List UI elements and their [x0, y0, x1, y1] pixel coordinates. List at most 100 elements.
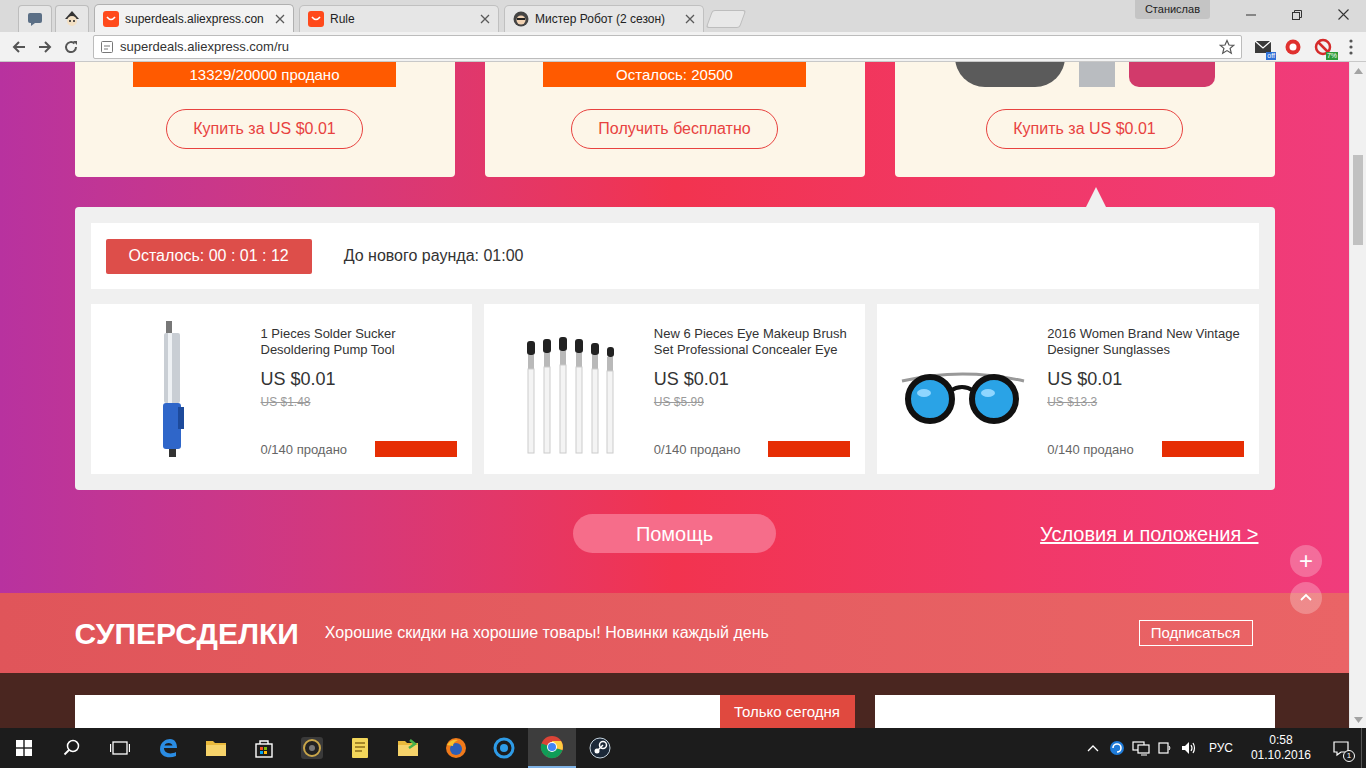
brushes-image: [499, 319, 639, 459]
show-hidden-icons-icon[interactable]: [1081, 728, 1105, 768]
start-icon[interactable]: [0, 728, 48, 768]
action-center-icon[interactable]: 1: [1321, 728, 1361, 768]
deal-button[interactable]: Купить за US $0.01: [166, 109, 362, 149]
browser-tab[interactable]: Rule: [299, 5, 499, 32]
forward-arrow-icon[interactable]: [32, 34, 58, 60]
network-icon[interactable]: [1129, 728, 1153, 768]
new-tab-button[interactable]: [706, 10, 747, 28]
superdeals-banner: СУПЕРСДЕЛКИХорошие скидки на хорошие тов…: [0, 593, 1349, 673]
red-extension-icon[interactable]: [1280, 34, 1306, 60]
search-icon[interactable]: [48, 728, 96, 768]
product-footer: 0/140 продано: [1047, 440, 1243, 460]
store-icon[interactable]: [240, 728, 288, 768]
product-footer: 0/140 продано: [261, 440, 457, 460]
product-grid: 1 Pieces Solder Sucker Desoldering Pump …: [91, 304, 1259, 474]
buy-bar[interactable]: [375, 441, 457, 457]
help-button[interactable]: Помощь: [573, 514, 776, 553]
close-window-icon[interactable]: [1320, 0, 1366, 29]
extension-badge: 7%: [1326, 52, 1338, 60]
adblock-extension-icon[interactable]: 7%: [1310, 34, 1336, 60]
browser-tab[interactable]: Мистер Робот (2 сезон): [504, 5, 704, 32]
star-icon[interactable]: [1219, 39, 1235, 55]
next-round-label: До нового раунда: 01:00: [344, 244, 524, 268]
pinned-tab[interactable]: [55, 5, 89, 32]
scrollbar[interactable]: [1349, 62, 1366, 728]
promo-card[interactable]: [75, 695, 720, 728]
maximize-icon[interactable]: [1274, 0, 1320, 29]
promo-row: Только сегодня: [75, 673, 1275, 728]
scrollbar-thumb[interactable]: [1353, 155, 1363, 245]
page: 13329/20000 продано Купить за US $0.01 Ост…: [0, 62, 1349, 728]
tab-label: Rule: [330, 10, 474, 28]
language-indicator[interactable]: РУС: [1201, 739, 1241, 757]
notification-count: 1: [1343, 750, 1355, 762]
scroll-down-icon[interactable]: [1350, 711, 1366, 728]
chat-icon: [27, 11, 43, 27]
buy-bar[interactable]: [768, 441, 850, 457]
blueapp-icon[interactable]: [480, 728, 528, 768]
aliexpress-icon: [308, 11, 324, 27]
reload-icon[interactable]: [58, 34, 84, 60]
steam-icon[interactable]: [576, 728, 624, 768]
deal-status: 13329/20000 продано: [190, 66, 340, 84]
deal-button[interactable]: Получить бесплатно: [571, 109, 777, 149]
address-bar[interactable]: superdeals.aliexpress.com/ru: [93, 35, 1242, 59]
buy-bar[interactable]: [1162, 441, 1244, 457]
spacer: [654, 410, 850, 440]
product-card[interactable]: 2016 Women Brand New Vintage Designer Su…: [877, 304, 1258, 474]
product-sold: 0/140 продано: [261, 440, 348, 460]
promo-card[interactable]: [875, 695, 1275, 728]
product-title[interactable]: 1 Pieces Solder Sucker Desoldering Pump …: [261, 326, 457, 358]
product-price: US $0.01: [261, 368, 457, 390]
product-card[interactable]: 1 Pieces Solder Sucker Desoldering Pump …: [91, 304, 472, 474]
banner-subtitle: Хорошие скидки на хорошие товары! Новинк…: [325, 621, 769, 645]
round-panel: Осталось: 00 : 01 : 12До нового раунда: …: [75, 207, 1275, 490]
banner-inner: СУПЕРСДЕЛКИХорошие скидки на хорошие тов…: [75, 593, 1275, 673]
product-info: New 6 Pieces Eye Makeup Brush Set Profes…: [654, 319, 850, 459]
notes-icon[interactable]: [336, 728, 384, 768]
add-button[interactable]: +: [1290, 545, 1322, 577]
window-controls-area: Станислав: [1135, 0, 1366, 29]
edge-icon[interactable]: [144, 728, 192, 768]
subscribe-button[interactable]: Подписаться: [1139, 620, 1253, 646]
close-icon[interactable]: [480, 14, 490, 24]
product-info: 1 Pieces Solder Sucker Desoldering Pump …: [261, 319, 457, 459]
pump-image: [106, 319, 246, 459]
product-title[interactable]: New 6 Pieces Eye Makeup Brush Set Profes…: [654, 326, 850, 358]
terms-link[interactable]: Условия и положения >: [1040, 519, 1258, 549]
browser-tab[interactable]: superdeals.aliexpress.con: [94, 4, 294, 32]
back-arrow-icon[interactable]: [6, 34, 32, 60]
clock[interactable]: 0:5801.10.2016: [1241, 733, 1321, 763]
product-sold: 0/140 продано: [1047, 440, 1134, 460]
tab-label: superdeals.aliexpress.con: [125, 10, 269, 28]
scroll-up-icon[interactable]: [1350, 62, 1366, 79]
volume-icon[interactable]: [1177, 728, 1201, 768]
update-icon[interactable]: [1105, 728, 1129, 768]
close-icon[interactable]: [685, 14, 695, 24]
product-card[interactable]: New 6 Pieces Eye Makeup Brush Set Profes…: [484, 304, 865, 474]
profile-button[interactable]: Станислав: [1135, 0, 1210, 19]
today-tag: Только сегодня: [720, 695, 855, 728]
show-desktop-button[interactable]: [1361, 728, 1366, 768]
power-icon[interactable]: [1153, 728, 1177, 768]
minimize-icon[interactable]: [1228, 0, 1274, 29]
product-footer: 0/140 продано: [654, 440, 850, 460]
close-icon[interactable]: [275, 14, 285, 24]
chrome-icon[interactable]: [528, 728, 576, 768]
deal-button[interactable]: Купить за US $0.01: [986, 109, 1182, 149]
watch-image: [1079, 62, 1115, 87]
product-sold: 0/140 продано: [654, 440, 741, 460]
avatar-icon: [513, 11, 529, 27]
folder-icon[interactable]: [384, 728, 432, 768]
product-title[interactable]: 2016 Women Brand New Vintage Designer Su…: [1047, 326, 1243, 358]
taskview-icon[interactable]: [96, 728, 144, 768]
mail-extension-icon[interactable]: off: [1250, 34, 1276, 60]
menu-icon[interactable]: [1344, 34, 1358, 60]
extension-badge: off: [1266, 52, 1276, 60]
pinned-tab[interactable]: [18, 5, 52, 32]
firefox-icon[interactable]: [432, 728, 480, 768]
aliexpress-icon: [103, 11, 119, 27]
explorer-icon[interactable]: [192, 728, 240, 768]
scroll-top-icon[interactable]: [1290, 582, 1322, 614]
speaker-icon[interactable]: [288, 728, 336, 768]
